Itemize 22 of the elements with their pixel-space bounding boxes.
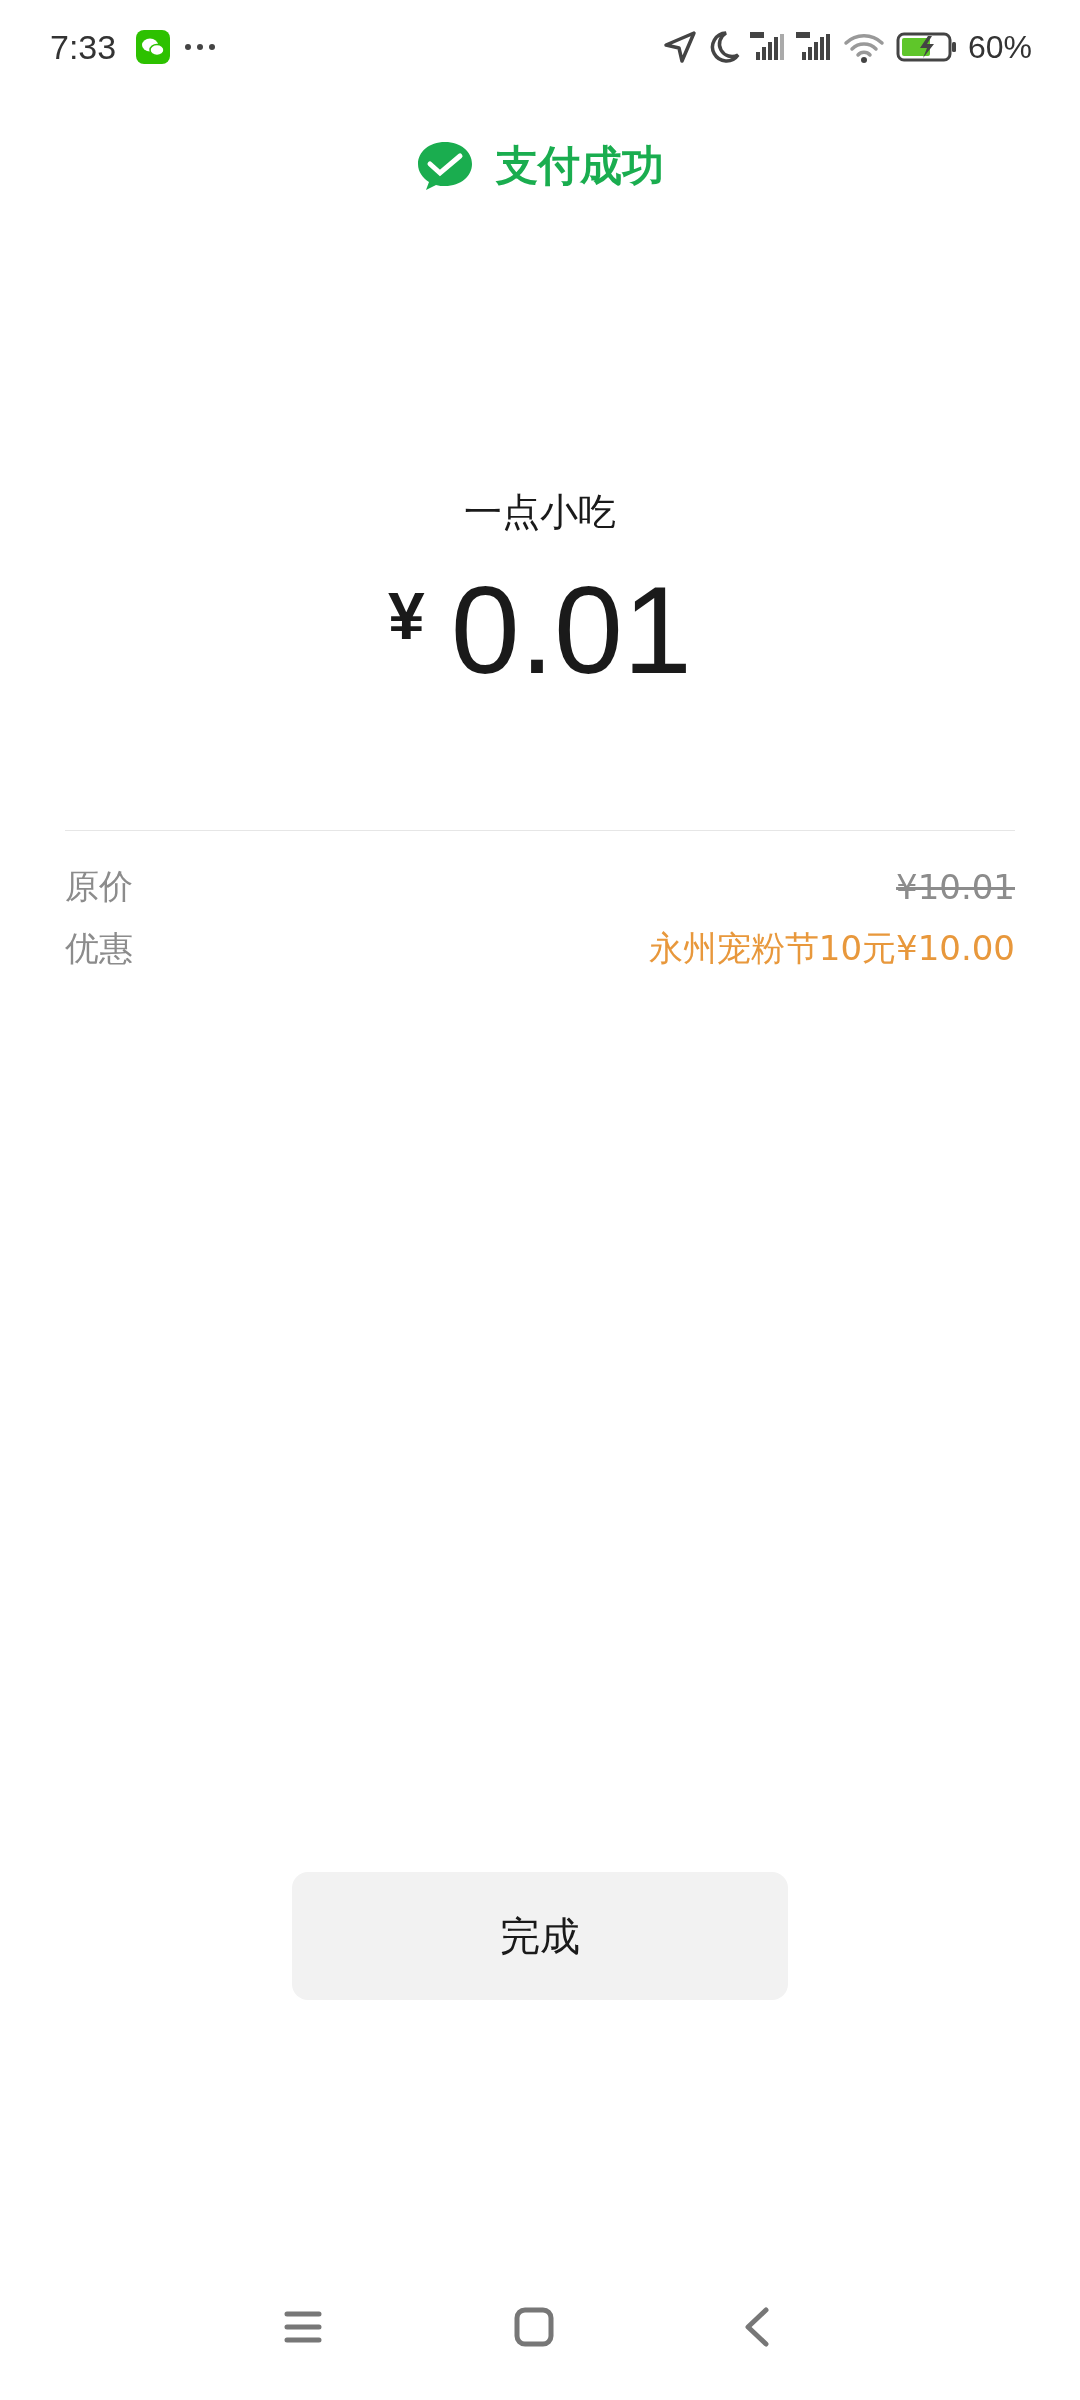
battery-percent: 60% (967, 28, 1032, 66)
currency-symbol: ¥ (387, 578, 425, 654)
discount-text: 永州宠粉节10元¥10.00 (648, 927, 1015, 970)
detail-label: 优惠 (65, 927, 133, 970)
done-button[interactable]: 完成 (292, 1872, 788, 2000)
more-dots-icon (184, 43, 217, 51)
page-title: 支付成功 (496, 140, 664, 192)
original-price: ¥10.01 (896, 867, 1015, 907)
check-bubble-icon (416, 140, 474, 192)
back-icon[interactable] (744, 2306, 770, 2348)
merchant-name: 一点小吃 (463, 489, 617, 536)
payment-amount: 0.01 (450, 560, 693, 700)
wifi-icon (841, 31, 886, 63)
charging-battery-icon (895, 31, 958, 63)
chat-app-icon (136, 30, 171, 64)
navigation-arrow-icon (661, 29, 698, 65)
home-square-icon[interactable] (513, 2307, 554, 2347)
menu-icon[interactable] (283, 2310, 323, 2344)
signal-bars-icon (749, 32, 786, 62)
clock-time: 7:33 (50, 27, 117, 67)
signal-bars-icon (795, 32, 832, 62)
detail-label: 原价 (65, 865, 133, 908)
